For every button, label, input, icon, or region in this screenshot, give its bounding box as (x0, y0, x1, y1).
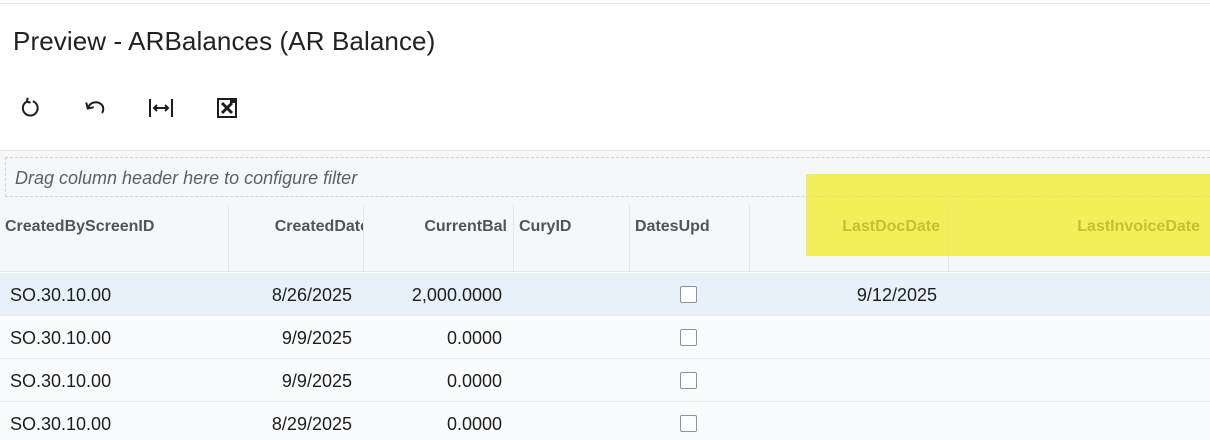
cell-dates-upd (630, 316, 750, 359)
toolbar (0, 88, 300, 128)
cell-last-doc-date (750, 316, 949, 359)
cell-dates-upd (630, 359, 750, 402)
grid-header: CreatedByScreenID CreatedDate CurrentBal… (0, 205, 1210, 272)
dates-upd-checkbox[interactable] (680, 329, 697, 346)
cell-last-invoice-date (949, 359, 1210, 402)
column-header-label: CurrentBal (424, 218, 507, 235)
column-header-datesupd[interactable]: DatesUpd (630, 205, 750, 272)
filter-placeholder: Drag column header here to configure fil… (15, 168, 358, 188)
cell-created-date: 9/9/2025 (281, 328, 352, 348)
cell-cury-id (514, 359, 630, 402)
fit-columns-button[interactable] (145, 92, 177, 124)
table-row[interactable]: SO.30.10.00 9/9/2025 0.0000 (0, 316, 1210, 359)
cell-current-bal: 0.0000 (446, 328, 502, 348)
cell-cury-id (514, 273, 630, 316)
filter-drop-zone[interactable]: Drag column header here to configure fil… (5, 157, 1210, 197)
column-header-label: LastInvoiceDate (1077, 218, 1200, 235)
cell-screen-id: SO.30.10.00 (10, 371, 112, 391)
undo-button[interactable] (79, 92, 111, 124)
column-header-label: CreatedDate (274, 218, 364, 235)
column-header-lastdocdate[interactable]: LastDocDate (750, 205, 949, 272)
cell-dates-upd (630, 273, 750, 316)
cell-cury-id (514, 316, 630, 359)
column-header-label: CreatedByScreenID (5, 218, 155, 235)
filter-area: Drag column header here to configure fil… (0, 150, 1210, 205)
cell-screen-id: SO.30.10.00 (10, 285, 112, 305)
page-title: Preview - ARBalances (AR Balance) (13, 26, 436, 56)
cell-last-doc-date (750, 359, 949, 402)
export-excel-button[interactable] (211, 92, 243, 124)
cell-created-date: 8/29/2025 (271, 414, 352, 434)
cell-created-date: 9/9/2025 (281, 371, 352, 391)
cell-created-date: 8/26/2025 (271, 285, 352, 305)
column-header-currentbal[interactable]: CurrentBal (364, 205, 514, 272)
cell-last-invoice-date (949, 316, 1210, 359)
refresh-button[interactable] (14, 92, 46, 124)
top-strip (0, 0, 1210, 4)
column-header-createddate[interactable]: CreatedDate (229, 205, 364, 272)
cell-current-bal: 0.0000 (446, 414, 502, 434)
undo-icon (85, 101, 105, 114)
cell-last-invoice-date (949, 402, 1210, 440)
table-row[interactable]: SO.30.10.00 8/26/2025 2,000.0000 9/12/20… (0, 273, 1210, 316)
cell-screen-id: SO.30.10.00 (10, 328, 112, 348)
excel-icon (217, 98, 237, 118)
table-row[interactable]: SO.30.10.00 9/9/2025 0.0000 (0, 359, 1210, 402)
cell-current-bal: 0.0000 (446, 371, 502, 391)
fit-columns-icon (149, 99, 173, 117)
dates-upd-checkbox[interactable] (680, 372, 697, 389)
cell-screen-id: SO.30.10.00 (10, 414, 112, 434)
cell-last-doc-date: 9/12/2025 (856, 285, 937, 305)
column-header-label: CuryID (519, 218, 572, 235)
dates-upd-checkbox[interactable] (680, 415, 697, 432)
cell-cury-id (514, 402, 630, 440)
column-header-curyid[interactable]: CuryID (514, 205, 630, 272)
table-row[interactable]: SO.30.10.00 8/29/2025 0.0000 (0, 402, 1210, 440)
column-header-label: DatesUpd (635, 218, 710, 235)
column-header-label: LastDocDate (842, 218, 940, 235)
refresh-icon (21, 97, 39, 117)
cell-current-bal: 2,000.0000 (411, 285, 502, 305)
cell-last-invoice-date (949, 273, 1210, 316)
cell-last-doc-date (750, 402, 949, 440)
cell-dates-upd (630, 402, 750, 440)
dates-upd-checkbox[interactable] (680, 286, 697, 303)
column-header-createdbyscreenid[interactable]: CreatedByScreenID (0, 205, 229, 272)
column-header-lastinvoicedate[interactable]: LastInvoiceDate (949, 205, 1210, 272)
